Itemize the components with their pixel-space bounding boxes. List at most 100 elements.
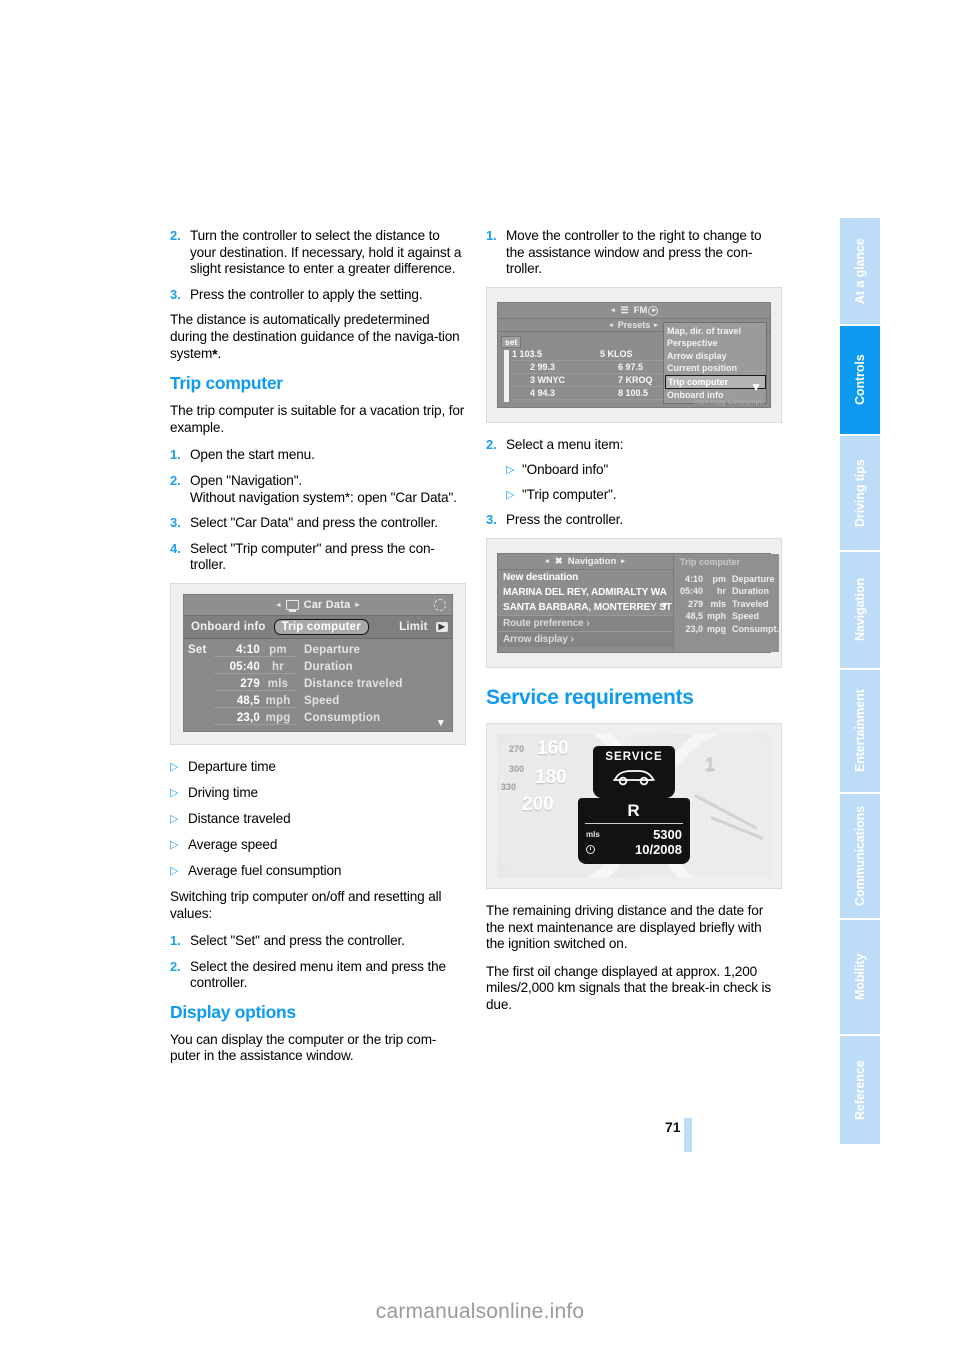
dial-tick-160: 160 [537,737,569,759]
refresh-icon[interactable] [648,305,658,316]
navigation-list-panel: ◂ ✖ Navigation ▸ New destination MARINA … [498,553,674,652]
gear-indicator: R [627,800,641,820]
step-number: 3. [170,286,181,302]
radio-preset-left: 2 99.3 [530,361,556,372]
nav-item-destination-1[interactable]: MARINA DEL REY, ADMIRALTY WA [498,585,673,600]
bullet-text: "Onboard info" [522,462,609,478]
step-item: 1. Select "Set" and press the controller… [170,933,466,950]
idrive-label: Consumption [304,712,381,725]
step-text: Select "Set" and press the controller. [190,933,405,949]
radio-titlebar: ◂ ☰ FM ▸ [498,302,770,319]
idrive-unit: pm [260,644,296,657]
watermark: carmanualsonline.info [375,1300,585,1323]
chevron-right-icon[interactable]: ▸ [654,321,659,329]
assistance-row: 279 mls Traveled [674,598,779,611]
idrive-unit: mph [260,695,296,708]
scroll-down-icon[interactable]: ▼ [660,600,669,610]
step-number: 3. [170,515,181,531]
step-number: 1. [170,447,181,463]
assistance-value: 05:40 [679,586,703,597]
sidebar-tab-entertainment[interactable]: Entertainment [840,668,880,792]
nav-item-route-preference[interactable]: Route preference › [498,614,673,631]
nav-item-destination-2[interactable]: SANTA BARBARA, MONTERREY ST [498,600,673,615]
step-item: 3. Press the controller to apply the set… [170,287,466,304]
idrive-row[interactable]: 23,0 mpg Consumption [184,710,452,727]
bullet-item: ▷ Average speed [170,837,466,854]
idrive-value: 48,5 [214,695,260,708]
idrive-tab-limit[interactable]: Limit [396,621,430,633]
idrive-tab-trip-computer[interactable]: Trip computer [273,618,369,635]
idrive-titlebar: ◂ Car Data ▸ [184,594,452,616]
nav-item-arrow-display[interactable]: Arrow display › [498,630,673,647]
assistance-unit: hr [717,586,726,597]
dial-tick-300: 300 [509,763,525,774]
radio-preset-grid: 1 103.5 5 KLOS 2 99.3 6 97.5 3 WNYC 7 KR… [512,348,682,400]
radio-preset-row[interactable]: 3 WNYC 7 KROQ [512,374,682,387]
service-indicator: SERVICE [593,745,675,798]
radio-preset-left: 1 103.5 [512,348,543,359]
sidebar-tab-navigation[interactable]: Navigation [840,550,880,668]
triangle-bullet-icon: ▷ [170,864,179,877]
chevron-right-icon[interactable]: ▸ [621,557,626,565]
radio-tuning-slider[interactable] [504,349,509,402]
triangle-bullet-icon: ▷ [506,464,515,477]
menu-item-map-dir-of-travel[interactable]: Map, dir. of travel [667,325,766,338]
sidebar-tab-at-a-glance[interactable]: At a glance [840,216,880,324]
scroll-down-icon[interactable]: ▼ [436,718,446,729]
page-number: 71 [665,1119,681,1135]
idrive-screen: ◂ Car Data ▸ Onboard info Trip computer … [183,593,453,732]
idrive-row[interactable]: 48,5 mph Speed [184,693,452,710]
bullet-item: ▷ "Onboard info" [486,462,782,479]
navigation-title: Navigation [567,555,617,567]
idrive-set-label[interactable]: Set [188,644,214,656]
sidebar-tab-mobility[interactable]: Mobility [840,918,880,1034]
menu-item-arrow-display[interactable]: Arrow display [667,350,766,363]
sidebar-tab-driving-tips[interactable]: Driving tips [840,434,880,550]
chevron-right-icon[interactable]: ▸ [355,600,359,609]
radio-presets-label: Presets [617,319,651,330]
paragraph-period: . [217,345,222,361]
step-item: 1. Open the start menu. [170,447,466,464]
radio-screen: ◂ ☰ FM ▸ ◂ Presets ▸ set 1 103.5 5 KLOS [497,301,771,408]
service-label: SERVICE [605,750,663,763]
sidebar-tab-reference[interactable]: Reference [840,1034,880,1144]
service-date-value: 10/2008 [635,841,682,857]
figure-navigation-screen: VMNTBNLRB ◂ ✖ Navigation ▸ New destinati… [486,537,782,668]
idrive-row[interactable]: Set 4:10 pm Departure [184,642,452,659]
idrive-title: Car Data [303,598,351,611]
paragraph-first-oil-change: The first oil change displayed at approx… [486,963,772,1012]
refresh-icon[interactable] [434,598,446,611]
step-item: 1. Move the controller to the right to c… [486,228,782,278]
menu-item-perspective[interactable]: Perspective [667,337,766,350]
radio-preset-left: 3 WNYC [530,374,566,385]
chevron-left-icon[interactable]: ◂ [611,306,616,314]
bullet-item: ▷ Driving time [170,785,466,802]
step-text: Open the start menu. [190,447,315,463]
chevron-left-icon[interactable]: ◂ [276,600,280,609]
clock-icon [586,844,595,854]
radio-set-button[interactable]: set [501,335,522,348]
radio-preset-row[interactable]: 2 99.3 6 97.5 [512,361,682,374]
idrive-tab-onboard-info[interactable]: Onboard info [188,621,269,633]
idrive-row[interactable]: 279 mls Distance traveled [184,676,452,693]
sidebar-tab-communications[interactable]: Communications [840,792,880,918]
idrive-tab-next-icon[interactable]: ▶ [435,621,448,632]
idrive-row[interactable]: 05:40 hr Duration [184,659,452,676]
menu-item-current-position[interactable]: Current position [667,362,766,375]
step-text: Press the controller to apply the settin… [190,286,423,302]
scroll-down-icon[interactable]: ▼ [750,380,762,394]
paragraph-switching: Switching trip computer on/off and reset… [170,888,442,921]
idrive-data-rows: Set 4:10 pm Departure 05:40 hr Duration … [184,638,452,731]
crossroads-icon: ✖ [554,555,563,567]
assistance-label: Departure [732,573,775,584]
radio-preset-row[interactable]: 4 94.3 8 100.5 [512,387,682,400]
nav-item-new-destination[interactable]: New destination [498,570,673,585]
radio-preset-row[interactable]: 1 103.5 5 KLOS [512,348,682,361]
triangle-bullet-icon: ▷ [170,838,179,851]
sidebar-tab-controls[interactable]: Controls [840,324,880,434]
step-item: 4. Select "Trip computer" and press the … [170,541,466,574]
paragraph-remaining-distance: The remaining driving distance and the d… [486,902,764,952]
assistance-value: 48,5 [685,611,703,622]
left-column: 2. Turn the controller to select the dis… [170,228,466,1076]
chevron-left-icon[interactable]: ◂ [545,557,550,565]
